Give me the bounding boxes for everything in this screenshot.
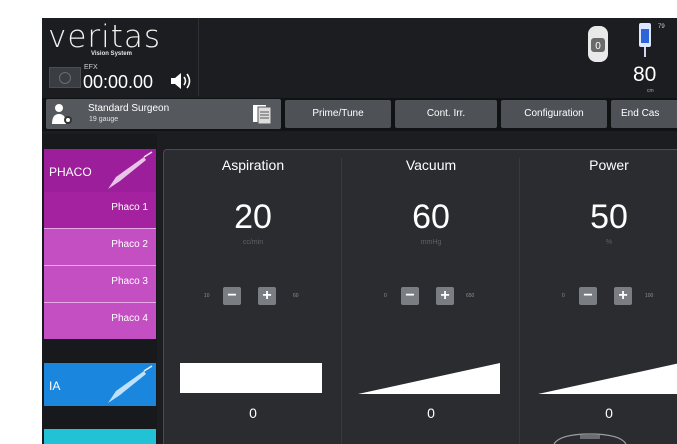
aspiration-max: 60 <box>293 293 299 299</box>
bottle-height-unit: cm <box>647 88 654 94</box>
efx-timer: 00:00.00 <box>83 72 154 92</box>
power-value: 50 <box>590 198 628 236</box>
column-divider <box>519 158 520 444</box>
vacuum-increase-button[interactable]: + <box>436 287 454 305</box>
phaco-3-item[interactable]: Phaco 3 <box>44 266 156 302</box>
bottle-level-label: 79 <box>658 24 665 30</box>
power-min: 0 <box>562 293 565 299</box>
phaco-handpiece-icon <box>108 151 153 189</box>
vacuum-control: Vacuum 60 mmHg 0 − + 650 0 <box>346 149 516 444</box>
column-divider <box>341 158 342 444</box>
surgeon-name: Standard Surgeon <box>88 103 170 114</box>
stop-icon[interactable] <box>49 67 81 88</box>
footswitch-icon <box>553 433 627 444</box>
surgeon-gauge: 19 gauge <box>89 116 119 123</box>
veritas-screen: veritas Vision System EFX 00:00.00 0 79 … <box>42 18 677 444</box>
vacuum-decrease-button[interactable]: − <box>401 287 419 305</box>
speaker-icon[interactable] <box>170 72 194 90</box>
power-title: Power <box>589 157 629 173</box>
vacuum-unit: mmHg <box>420 239 442 246</box>
surgeon-settings-icon <box>52 104 72 124</box>
power-actual: 0 <box>605 405 613 421</box>
aspiration-indicator-bar <box>180 363 322 393</box>
svg-text:0: 0 <box>595 41 601 52</box>
vacuum-min: 0 <box>384 293 387 299</box>
power-indicator-ramp <box>538 363 677 394</box>
header-divider <box>198 18 199 96</box>
handpiece-icon[interactable]: 0 <box>585 24 611 68</box>
aspiration-actual: 0 <box>249 405 257 421</box>
efx-label: EFX <box>84 64 98 71</box>
aspiration-decrease-button[interactable]: − <box>223 287 241 305</box>
aspiration-min: 10 <box>204 293 210 299</box>
aspiration-control: Aspiration 20 cc/min 10 − + 60 0 <box>168 149 338 444</box>
phaco-divider <box>44 265 156 266</box>
end-case-button[interactable]: End Cas <box>611 100 677 128</box>
bottle-height-value: 80 <box>633 63 657 86</box>
vacuum-indicator-ramp <box>358 363 500 394</box>
aspiration-title: Aspiration <box>221 157 285 173</box>
notes-icon[interactable] <box>251 103 273 125</box>
power-decrease-button[interactable]: − <box>579 287 597 305</box>
vacuum-value: 60 <box>412 198 450 236</box>
vacuum-max: 650 <box>466 293 475 299</box>
power-increase-button[interactable]: + <box>614 287 632 305</box>
power-control: Power 50 % 0 − + 100 0 <box>524 149 677 444</box>
phaco-4-item[interactable]: Phaco 4 <box>44 303 156 339</box>
phaco-label: PHACO <box>49 165 92 179</box>
configuration-button[interactable]: Configuration <box>501 100 607 128</box>
toolbar: Standard Surgeon 19 gauge Prime/Tune Con… <box>42 98 677 131</box>
phaco-1-item[interactable]: Phaco 1 <box>44 192 156 228</box>
ia-mode-tab[interactable]: IA <box>44 363 156 406</box>
power-max: 100 <box>645 293 654 299</box>
ia-label: IA <box>49 379 61 393</box>
surgeon-selector[interactable]: Standard Surgeon 19 gauge <box>46 99 281 129</box>
brand-subtitle: Vision System <box>91 51 132 57</box>
aspiration-unit: cc/min <box>242 239 264 246</box>
cont-irr-button[interactable]: Cont. Irr. <box>395 100 497 128</box>
brand-logo: veritas <box>48 19 162 55</box>
phaco-mode-tab[interactable]: PHACO <box>44 149 156 192</box>
prime-tune-button[interactable]: Prime/Tune <box>285 100 391 128</box>
vacuum-actual: 0 <box>427 405 435 421</box>
aspiration-increase-button[interactable]: + <box>258 287 276 305</box>
vacuum-title: Vacuum <box>405 157 457 173</box>
aspiration-value: 20 <box>234 198 272 236</box>
mode-tab-3[interactable] <box>44 429 156 444</box>
ia-handpiece-icon <box>108 365 153 403</box>
power-unit: % <box>605 239 613 246</box>
bottle-icon[interactable] <box>636 22 654 58</box>
phaco-divider <box>44 228 156 229</box>
phaco-divider <box>44 302 156 303</box>
phaco-2-item[interactable]: Phaco 2 <box>44 229 156 265</box>
